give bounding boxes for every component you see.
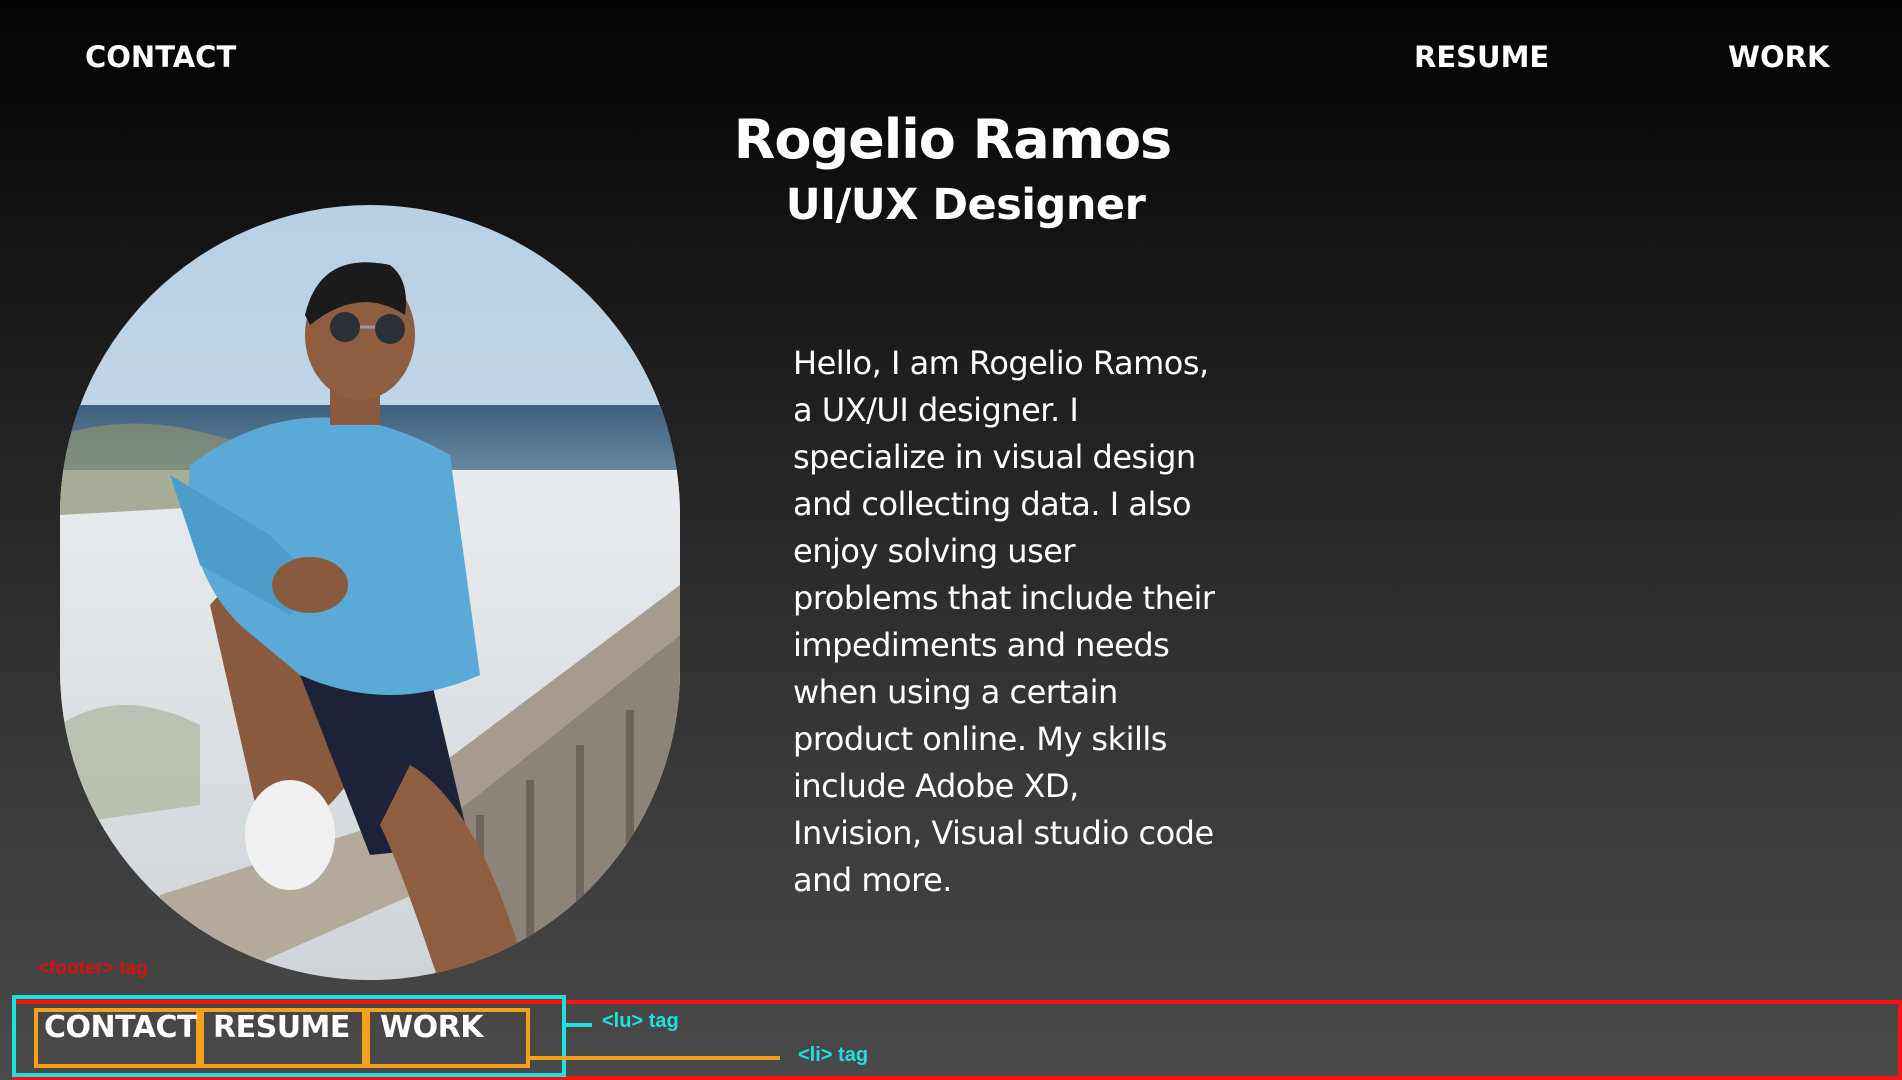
nav-resume-link[interactable]: RESUME [1414,40,1549,74]
footer-tag-annotation: <footer> tag [38,958,148,979]
bio-paragraph: Hello, I am Rogelio Ramos, a UX/UI desig… [793,344,1215,899]
nav-work-link[interactable]: WORK [1728,40,1829,74]
footer-contact-link[interactable]: CONTACT [44,1010,197,1045]
role-heading: UI/UX Designer [785,180,1146,230]
ul-tag-annotation: <lu> tag [602,1010,679,1032]
profile-photo [60,205,680,980]
name-heading: Rogelio Ramos [733,108,1172,171]
nav-contact-link[interactable]: CONTACT [85,40,236,74]
li-tag-annotation: <li> tag [798,1044,869,1066]
ul-annotation-line [566,1023,592,1027]
footer-work-link[interactable]: WORK [380,1010,483,1045]
footer-resume-link[interactable]: RESUME [213,1010,350,1045]
li-annotation-line [530,1056,780,1060]
